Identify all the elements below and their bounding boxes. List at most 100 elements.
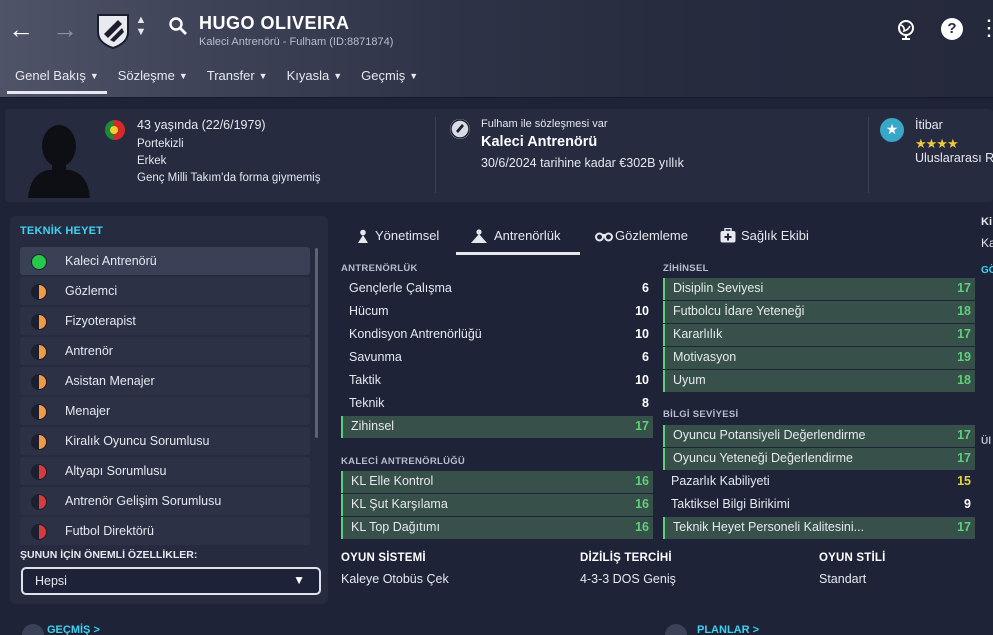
status-dot-icon: [31, 254, 47, 270]
knowledge-heading: BİLGİ SEVİYESİ: [663, 409, 739, 420]
attribute-value: 10: [635, 373, 649, 387]
staff-item[interactable]: Asistan Menajer: [20, 367, 310, 395]
status-dot-icon: [31, 284, 47, 300]
attribute-label: Kararlılık: [673, 327, 723, 341]
staff-item-label: Menajer: [65, 404, 111, 418]
attribute-label: KL Top Dağıtımı: [351, 520, 440, 534]
attribute-value: 16: [635, 497, 649, 511]
binoculars-icon: [595, 232, 613, 242]
attribute-value: 17: [635, 419, 649, 433]
age-info: 43 yaşında (22/6/1979): [137, 118, 266, 132]
staff-item[interactable]: Antrenör: [20, 337, 310, 365]
club-badge-icon[interactable]: [94, 12, 132, 50]
top-navigation-bar: ← → ▲ ▼ HUGO OLIVEIRA Kaleci Antrenörü - …: [0, 0, 993, 98]
attribute-value: 17: [957, 451, 971, 465]
more-menu-icon[interactable]: ⋮: [978, 17, 993, 40]
staff-item[interactable]: Kaleci Antrenörü: [20, 247, 310, 275]
attribute-row: Taktiksel Bilgi Birikimi 9: [663, 494, 975, 516]
tab-medical[interactable]: Sağlık Ekibi: [741, 228, 809, 243]
club-badge-icon[interactable]: [450, 119, 470, 139]
chevron-down-icon: ▼: [258, 71, 268, 81]
right-panel-text: Ka: [981, 236, 993, 250]
attribute-value: 10: [635, 327, 649, 341]
contract-note: Fulham ile sözleşmesi var: [481, 118, 608, 130]
chevron-down-icon: ▼: [89, 71, 99, 81]
coaching-icon: [471, 229, 487, 243]
play-style-label: OYUN STİLİ: [819, 552, 886, 564]
attribute-value: 17: [957, 428, 971, 442]
attribute-label: Futbolcu İdare Yeteneği: [673, 304, 805, 318]
staff-item[interactable]: Menajer: [20, 397, 310, 425]
staff-item-label: Kiralık Oyuncu Sorumlusu: [65, 434, 210, 448]
chevron-down-icon: ▼: [293, 573, 305, 587]
plans-link[interactable]: PLANLAR >: [697, 624, 759, 635]
divider: [868, 117, 869, 193]
attribute-label: Teknik: [349, 396, 385, 410]
tab-coaching[interactable]: Antrenörlük: [494, 228, 560, 243]
main-tabs: Genel Bakış ▼ Sözleşme ▼ Transfer ▼ Kıyasla…: [0, 60, 429, 96]
staff-list-scrollbar[interactable]: [315, 248, 318, 438]
attribute-label: Pazarlık Kabiliyeti: [671, 474, 770, 488]
youth-info: Genç Milli Takım'da forma giymemiş: [137, 172, 321, 184]
tab-history[interactable]: Geçmiş ▼: [353, 60, 426, 94]
staff-item[interactable]: Altyapı Sorumlusu: [20, 457, 310, 485]
tab-label: Genel Bakış: [15, 68, 86, 83]
attribute-value: 16: [635, 474, 649, 488]
tactical-system-label: OYUN SİSTEMİ: [341, 552, 426, 564]
gk-coaching-heading: KALECİ ANTRENÖRLÜĞÜ: [341, 456, 466, 467]
coaching-heading: ANTRENÖRLÜK: [341, 263, 418, 274]
reputation-label: İtibar: [915, 118, 943, 132]
avatar: [22, 116, 96, 198]
attribute-row: Kondisyon Antrenörlüğü 10: [341, 324, 653, 346]
search-icon[interactable]: [168, 16, 188, 36]
help-icon[interactable]: ?: [941, 18, 963, 40]
chevron-down-icon: ▼: [333, 71, 343, 81]
attribute-value: 17: [957, 281, 971, 295]
tab-overview[interactable]: Genel Bakış ▼: [7, 60, 107, 94]
back-arrow-icon[interactable]: ←: [8, 14, 34, 44]
staff-heading: TEKNİK HEYET: [20, 225, 104, 237]
staff-item[interactable]: Antrenör Gelişim Sorumlusu: [20, 487, 310, 515]
attribute-label: Savunma: [349, 350, 402, 364]
staff-item[interactable]: Gözlemci: [20, 277, 310, 305]
staff-item-label: Fizyoterapist: [65, 314, 136, 328]
attribute-row: Teknik 8: [341, 393, 653, 415]
nationality-info: Portekizli: [137, 138, 184, 150]
forward-arrow-icon[interactable]: →: [52, 14, 78, 44]
attribute-row: Oyuncu Potansiyeli Değerlendirme 17: [663, 425, 975, 447]
globe-icon[interactable]: [895, 18, 917, 40]
attribute-value: 6: [642, 281, 649, 295]
contract-detail: 30/6/2024 tarihine kadar €302B yıllık: [481, 156, 684, 170]
tab-management[interactable]: Yönetimsel: [375, 228, 439, 243]
staff-item[interactable]: Futbol Direktörü: [20, 517, 310, 545]
attribute-value: 9: [964, 497, 971, 511]
attribute-value: 18: [957, 373, 971, 387]
tab-contract[interactable]: Sözleşme ▼: [110, 60, 196, 94]
staff-item-label: Altyapı Sorumlusu: [65, 464, 167, 478]
attribute-row: Motivasyon 19: [663, 347, 975, 369]
attribute-value: 18: [957, 304, 971, 318]
tab-transfer[interactable]: Transfer ▼: [199, 60, 276, 94]
status-dot-icon: [31, 374, 47, 390]
attribute-row: Taktik 10: [341, 370, 653, 392]
status-dot-icon: [31, 404, 47, 420]
attribute-row: Oyuncu Yeteneği Değerlendirme 17: [663, 448, 975, 470]
attribute-label: Hücum: [349, 304, 389, 318]
history-circle-icon: [22, 624, 44, 635]
tab-compare[interactable]: Kıyasla ▼: [279, 60, 351, 94]
switch-person-icon[interactable]: ▲ ▼: [134, 14, 148, 38]
attribute-value: 6: [642, 350, 649, 364]
attribute-value: 8: [642, 396, 649, 410]
tab-scouting[interactable]: Gözlemleme: [615, 228, 688, 243]
attribute-row: KL Top Dağıtımı 16: [341, 517, 653, 539]
mental-heading: ZİHİNSEL: [663, 263, 709, 274]
active-tab-indicator: [456, 252, 580, 255]
staff-item[interactable]: Fizyoterapist: [20, 307, 310, 335]
attribute-filter-dropdown[interactable]: Hepsi ▼: [21, 567, 321, 595]
attribute-value: 17: [957, 520, 971, 534]
important-attributes-label: ŞUNUN İÇİN ÖNEMLİ ÖZELLİKLER:: [20, 549, 198, 561]
attribute-row: KL Şut Karşılama 16: [341, 494, 653, 516]
attribute-label: Oyuncu Yeteneği Değerlendirme: [673, 451, 853, 465]
staff-item[interactable]: Kiralık Oyuncu Sorumlusu: [20, 427, 310, 455]
history-link[interactable]: GEÇMİŞ >: [47, 624, 100, 635]
